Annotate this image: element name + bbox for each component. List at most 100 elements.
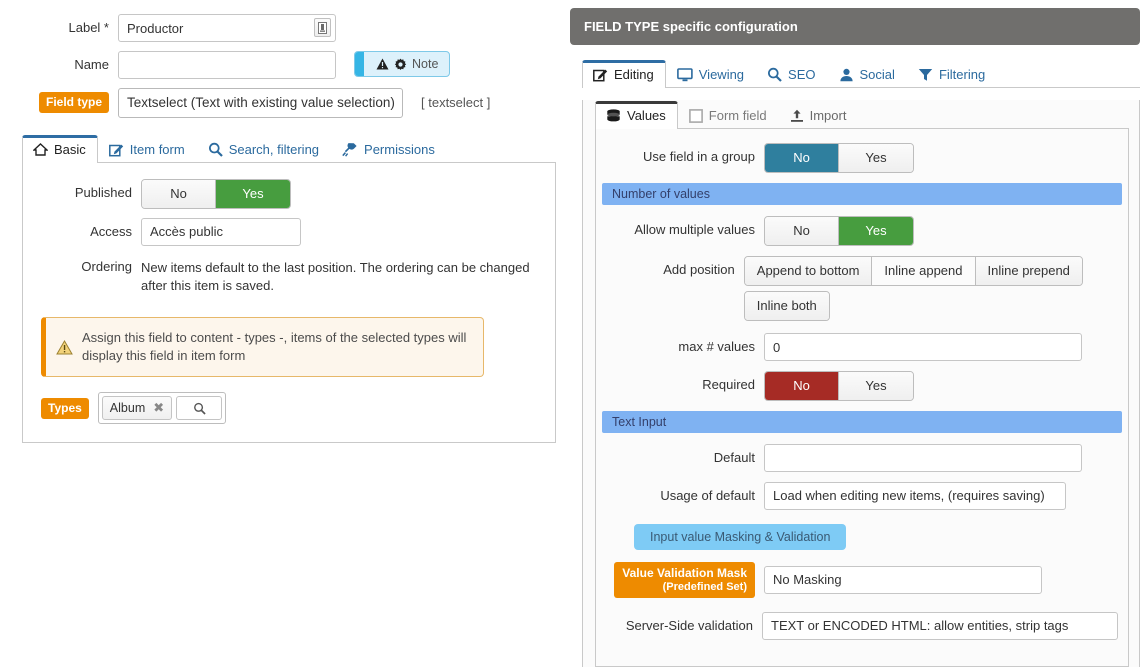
subtab-values[interactable]: Values (595, 101, 678, 129)
required-label: Required (702, 377, 755, 392)
tab-basic-label: Basic (54, 142, 86, 157)
label-input-wrap (118, 14, 336, 42)
validation-mask-row: Value Validation Mask (Predefined Set) N… (596, 562, 1118, 598)
published-option-yes[interactable]: Yes (216, 180, 290, 208)
left-tabbar: Basic Item form Search, filtering Permis… (22, 134, 556, 163)
section-text-input: Text Input (602, 411, 1122, 433)
tab-viewing-label: Viewing (698, 67, 745, 82)
server-side-validation-row: Server-Side validation TEXT or ENCODED H… (596, 612, 1118, 640)
tab-item-form[interactable]: Item form (98, 135, 197, 163)
tab-viewing[interactable]: Viewing (666, 60, 756, 88)
add-position-option-inline-prepend[interactable]: Inline prepend (975, 257, 1082, 285)
database-icon (606, 108, 621, 123)
section-number-of-values: Number of values (602, 183, 1122, 205)
gear-icon (394, 58, 407, 71)
name-input[interactable] (118, 51, 336, 79)
use-field-in-group-toggle[interactable]: No Yes (764, 143, 914, 173)
tab-permissions-label: Permissions (364, 142, 435, 157)
types-chip-label: Album (109, 401, 146, 415)
note-button[interactable]: Note (354, 51, 451, 77)
published-toggle[interactable]: No Yes (141, 179, 291, 209)
validation-mask-tag: Value Validation Mask (Predefined Set) (614, 562, 755, 598)
name-row: Name Note (0, 51, 566, 79)
tab-seo-label: SEO (788, 67, 816, 82)
required-option-yes[interactable]: Yes (839, 372, 913, 400)
access-select[interactable]: Accès public (141, 218, 301, 246)
types-search-button[interactable] (176, 396, 223, 420)
subtab-import-label: Import (809, 108, 847, 123)
tab-item-form-label: Item form (129, 142, 185, 157)
add-position-option-inline-append[interactable]: Inline append (872, 257, 976, 285)
values-tabbar: Values Form field Import (595, 100, 1129, 129)
published-option-no[interactable]: No (142, 180, 216, 208)
ordering-help-text: New items default to the last position. … (141, 260, 530, 293)
use-field-in-group-row: Use field in a group No Yes (596, 143, 1118, 173)
required-option-no[interactable]: No (765, 372, 839, 400)
use-field-in-group-option-no[interactable]: No (765, 144, 839, 172)
add-position-option-inline-both[interactable]: Inline both (744, 292, 829, 320)
max-values-label: max # values (678, 339, 755, 354)
validation-mask-tag-line1: Value Validation Mask (622, 566, 747, 580)
add-position-group-secondary[interactable]: Inline both (743, 291, 830, 321)
tab-search-filtering[interactable]: Search, filtering (197, 135, 331, 163)
usage-of-default-label: Usage of default (660, 488, 755, 503)
tab-editing[interactable]: Editing (582, 60, 666, 88)
tab-social-label: Social (859, 67, 895, 82)
server-side-validation-select[interactable]: TEXT or ENCODED HTML: allow entities, st… (762, 612, 1118, 640)
add-position-options: Append to bottom Inline append Inline pr… (743, 256, 1118, 321)
default-input[interactable] (764, 444, 1082, 472)
ordering-row: Ordering New items default to the last p… (23, 255, 541, 295)
allow-multiple-option-yes[interactable]: Yes (839, 217, 913, 245)
default-label: Default (713, 450, 755, 465)
subtab-form-field[interactable]: Form field (678, 101, 779, 129)
server-side-validation-selected-value: TEXT or ENCODED HTML: allow entities, st… (762, 612, 1118, 640)
search-icon (208, 142, 223, 157)
label-picker-icon[interactable] (314, 18, 331, 37)
edit-icon (108, 143, 124, 157)
monitor-icon (676, 67, 693, 82)
tab-basic[interactable]: Basic (22, 135, 98, 163)
checkbox-icon (688, 108, 703, 123)
field-type-code: [ textselect ] (421, 95, 491, 110)
access-selected-value: Accès public (141, 218, 301, 246)
field-type-tag-wrap: Field type (0, 88, 118, 113)
default-row: Default (596, 444, 1118, 472)
field-type-row: Field type Textselect (Text with existin… (0, 88, 566, 118)
validation-mask-tag-line2: (Predefined Set) (662, 581, 747, 593)
note-accent-bar (355, 52, 364, 76)
user-icon (839, 68, 854, 82)
use-field-in-group-option-yes[interactable]: Yes (839, 144, 913, 172)
assign-types-notice: Assign this field to content - types -, … (41, 317, 484, 377)
validation-mask-selected-value: No Masking (764, 566, 1042, 594)
search-icon (767, 67, 782, 82)
usage-of-default-select[interactable]: Load when editing new items, (requires s… (764, 482, 1066, 510)
field-type-selected-value: Textselect (Text with existing value sel… (127, 95, 395, 110)
max-values-row: max # values (596, 333, 1118, 361)
input-masking-validation-button[interactable]: Input value Masking & Validation (634, 524, 847, 550)
tab-social[interactable]: Social (828, 60, 907, 88)
field-type-select[interactable]: Textselect (Text with existing value sel… (118, 88, 403, 118)
add-position-option-append-to-bottom[interactable]: Append to bottom (744, 257, 873, 285)
close-icon[interactable]: ✖ (153, 400, 164, 416)
add-position-group-primary[interactable]: Append to bottom Inline append Inline pr… (743, 256, 1083, 286)
allow-multiple-option-no[interactable]: No (765, 217, 839, 245)
tab-seo[interactable]: SEO (756, 60, 827, 88)
usage-of-default-selected-value: Load when editing new items, (requires s… (764, 482, 1066, 510)
types-chip-album[interactable]: Album ✖ (101, 396, 173, 420)
types-tag: Types (41, 397, 89, 419)
validation-mask-tag-wrap: Value Validation Mask (Predefined Set) (596, 562, 764, 598)
label-input[interactable] (118, 14, 336, 42)
types-chip-box[interactable]: Album ✖ (97, 392, 227, 424)
max-values-input[interactable] (764, 333, 1082, 361)
validation-mask-select[interactable]: No Masking (764, 566, 1042, 594)
plug-icon (342, 142, 358, 157)
tab-filtering[interactable]: Filtering (907, 60, 997, 88)
allow-multiple-values-toggle[interactable]: No Yes (764, 216, 914, 246)
access-label: Access (90, 224, 132, 239)
subtab-import[interactable]: Import (779, 101, 859, 129)
allow-multiple-values-row: Allow multiple values No Yes (596, 216, 1118, 246)
required-row: Required No Yes (596, 371, 1118, 401)
published-row: Published No Yes (23, 179, 541, 209)
tab-permissions[interactable]: Permissions (331, 135, 447, 163)
required-toggle[interactable]: No Yes (764, 371, 914, 401)
